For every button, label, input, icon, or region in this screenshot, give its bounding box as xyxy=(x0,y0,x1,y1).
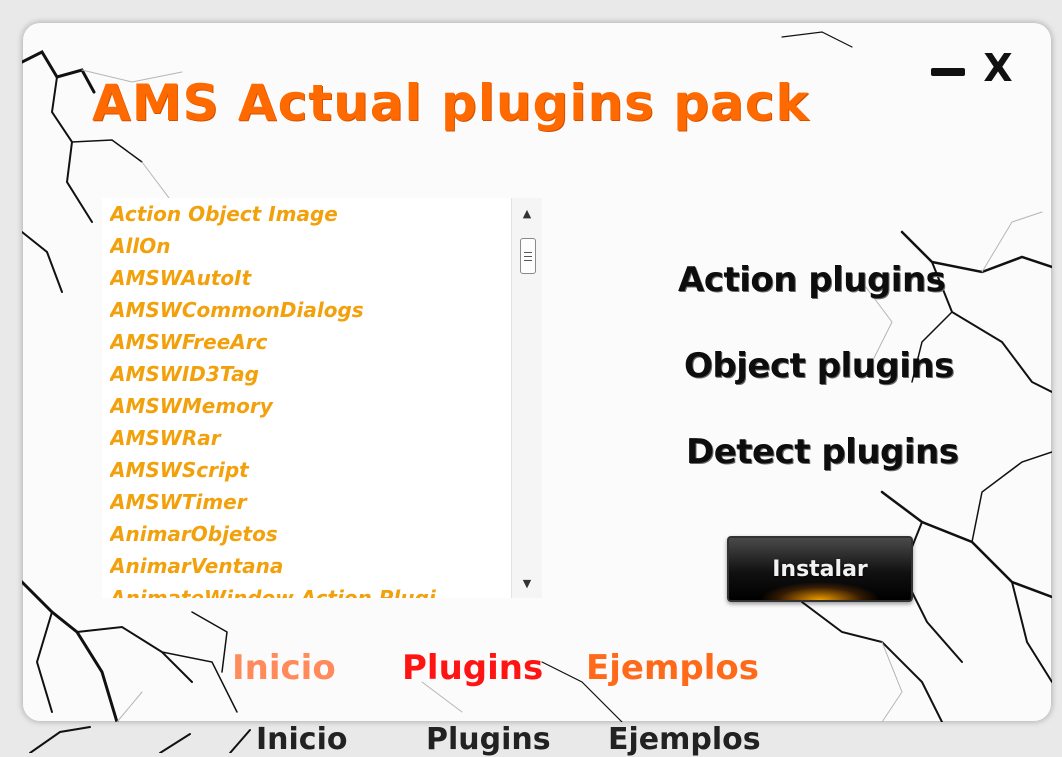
nav-plugins[interactable]: Plugins xyxy=(402,648,543,688)
scroll-down-icon[interactable]: ▼ xyxy=(512,572,542,594)
list-item[interactable]: AllOn xyxy=(110,230,510,262)
list-item[interactable]: AMSWTimer xyxy=(110,486,510,518)
list-item[interactable]: AMSWScript xyxy=(110,454,510,486)
list-item[interactable]: AMSWMemory xyxy=(110,390,510,422)
list-item[interactable]: AMSWAutoIt xyxy=(110,262,510,294)
plugin-list[interactable]: Action Object Image AllOn AMSWAutoIt AMS… xyxy=(102,198,542,598)
install-button-label: Instalar xyxy=(772,556,868,582)
detect-plugins-link[interactable]: Detect plugins xyxy=(686,432,959,472)
app-window: AMS Actual plugins pack X Action Object … xyxy=(22,22,1052,722)
nav-inicio[interactable]: Inicio xyxy=(232,648,336,688)
minimize-button[interactable] xyxy=(928,48,968,88)
scroll-thumb[interactable] xyxy=(520,238,536,274)
list-item[interactable]: AnimarObjetos xyxy=(110,518,510,550)
list-item[interactable]: AMSWID3Tag xyxy=(110,358,510,390)
close-icon: X xyxy=(983,46,1013,90)
close-button[interactable]: X xyxy=(978,48,1018,88)
ghost-nav-ejemplos: Ejemplos xyxy=(608,722,761,757)
list-item[interactable]: AnimarVentana xyxy=(110,550,510,582)
app-title: AMS Actual plugins pack xyxy=(92,74,810,132)
object-plugins-link[interactable]: Object plugins xyxy=(684,346,954,386)
ghost-nav-inicio: Inicio xyxy=(256,722,348,757)
install-button[interactable]: Instalar xyxy=(727,536,913,602)
list-item[interactable]: AMSWRar xyxy=(110,422,510,454)
ghost-nav-plugins: Plugins xyxy=(426,722,551,757)
minimize-icon xyxy=(931,68,965,76)
action-plugins-link[interactable]: Action plugins xyxy=(678,260,946,300)
list-item[interactable]: Action Object Image xyxy=(110,198,510,230)
list-scrollbar[interactable]: ▲ ▼ xyxy=(511,198,542,598)
list-item[interactable]: AMSWCommonDialogs xyxy=(110,294,510,326)
list-item[interactable]: AMSWFreeArc xyxy=(110,326,510,358)
nav-ejemplos[interactable]: Ejemplos xyxy=(586,648,759,688)
list-item[interactable]: AnimateWindow Action Plugi xyxy=(110,582,510,598)
scroll-up-icon[interactable]: ▲ xyxy=(512,202,542,224)
